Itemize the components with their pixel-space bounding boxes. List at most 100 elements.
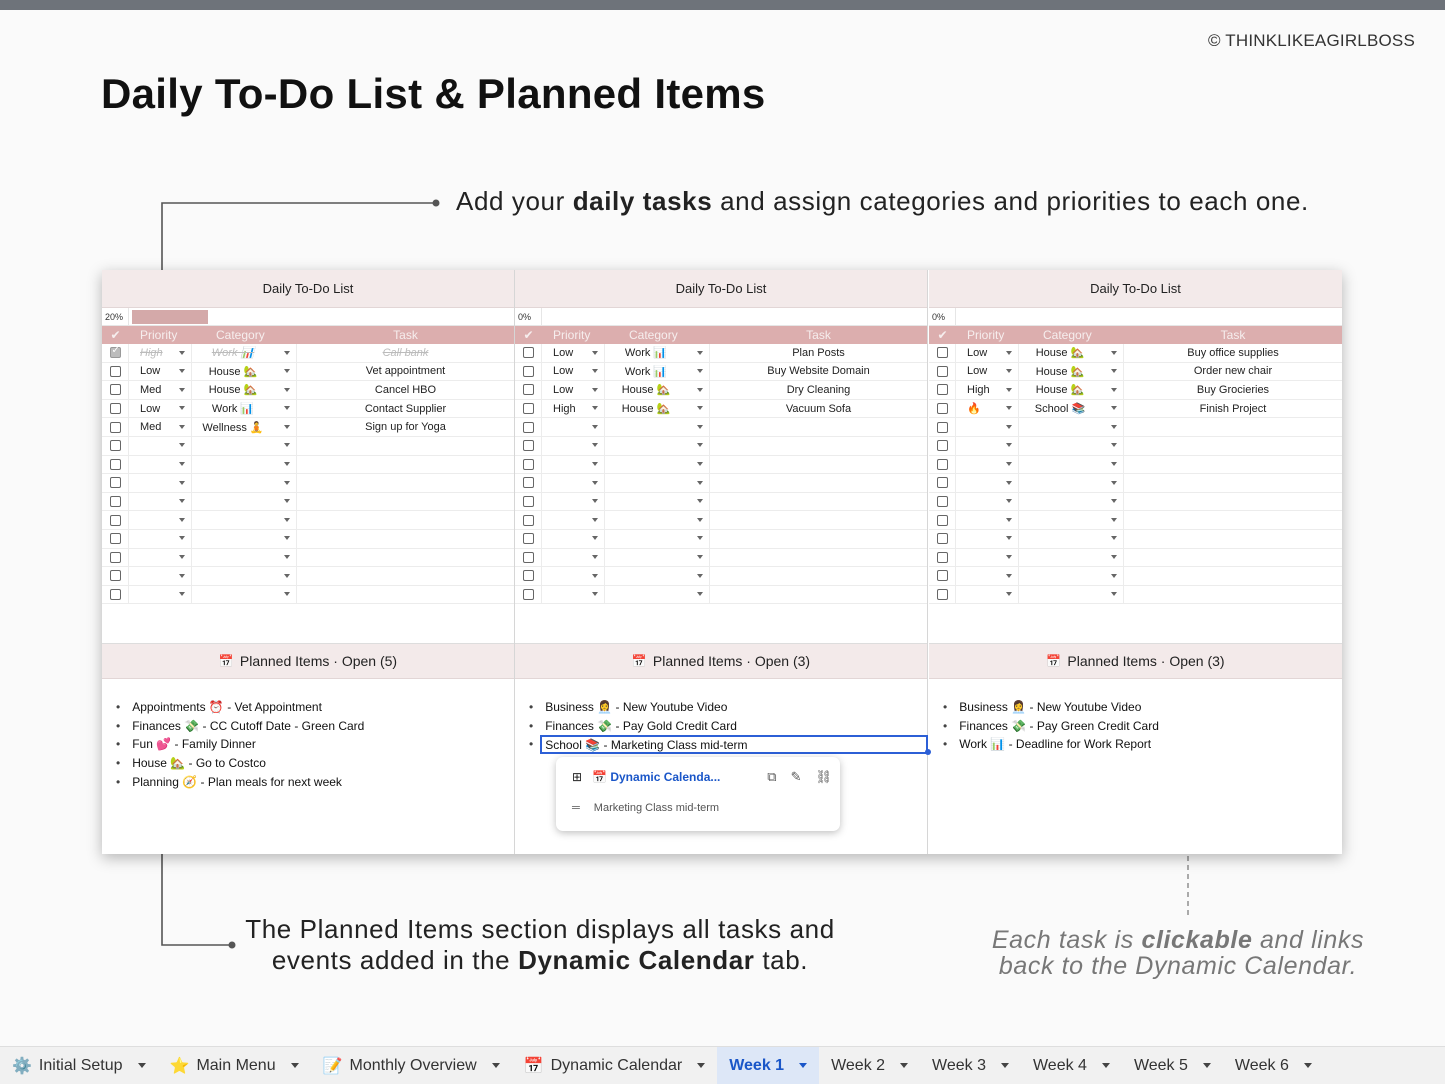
category-dropdown[interactable]	[192, 529, 297, 548]
category-dropdown[interactable]	[1019, 436, 1124, 455]
task-checkbox-cell[interactable]	[515, 492, 542, 511]
task-checkbox[interactable]	[523, 366, 534, 377]
chevron-down-icon[interactable]	[138, 1063, 146, 1068]
planned-item-text[interactable]: Business 👩‍💼 - New Youtube Video	[545, 700, 727, 714]
chevron-down-icon[interactable]	[697, 406, 703, 410]
priority-dropdown[interactable]	[129, 511, 192, 530]
chevron-down-icon[interactable]	[284, 518, 290, 522]
planned-item-link[interactable]: Finances 💸 - Pay Green Credit Card	[943, 717, 1159, 736]
task-checkbox[interactable]	[110, 533, 121, 544]
task-cell[interactable]: Buy Grocieries	[1124, 384, 1342, 396]
task-checkbox[interactable]	[937, 477, 948, 488]
planned-item-link[interactable]: Appointments ⏰ - Vet Appointment	[116, 698, 364, 717]
category-dropdown[interactable]	[605, 567, 710, 586]
chevron-down-icon[interactable]	[1006, 406, 1012, 410]
task-checkbox[interactable]	[110, 570, 121, 581]
planned-item-link[interactable]: House 🏡 - Go to Costco	[116, 754, 364, 773]
chevron-down-icon[interactable]	[1006, 369, 1012, 373]
task-cell[interactable]: Contact Supplier	[297, 403, 514, 415]
task-checkbox-cell[interactable]	[515, 399, 542, 418]
planned-item-link[interactable]: Business 👩‍💼 - New Youtube Video	[943, 698, 1159, 717]
task-checkbox[interactable]	[937, 552, 948, 563]
category-dropdown[interactable]	[1019, 548, 1124, 567]
chevron-down-icon[interactable]	[697, 462, 703, 466]
task-cell[interactable]: Call bank	[297, 347, 514, 359]
task-checkbox-cell[interactable]	[929, 399, 956, 418]
chevron-down-icon[interactable]	[284, 481, 290, 485]
sheet-tab[interactable]: 📅Dynamic Calendar	[512, 1047, 718, 1084]
task-checkbox[interactable]	[937, 384, 948, 395]
category-dropdown[interactable]: House 🏡	[192, 381, 297, 400]
task-checkbox-cell[interactable]	[929, 567, 956, 586]
chevron-down-icon[interactable]	[284, 443, 290, 447]
priority-dropdown[interactable]	[542, 455, 605, 474]
chevron-down-icon[interactable]	[1111, 499, 1117, 503]
chevron-down-icon[interactable]	[179, 369, 185, 373]
chevron-down-icon[interactable]	[900, 1063, 908, 1068]
chevron-down-icon[interactable]	[179, 592, 185, 596]
category-dropdown[interactable]: House 🏡	[1019, 362, 1124, 381]
priority-dropdown[interactable]	[129, 548, 192, 567]
priority-dropdown[interactable]: High	[129, 344, 192, 363]
category-dropdown[interactable]: School 📚	[1019, 399, 1124, 418]
category-dropdown[interactable]: House 🏡	[605, 381, 710, 400]
planned-item-text[interactable]: Appointments ⏰ - Vet Appointment	[132, 700, 322, 714]
category-dropdown[interactable]: House 🏡	[192, 362, 297, 381]
task-checkbox-cell[interactable]	[929, 529, 956, 548]
category-dropdown[interactable]	[192, 511, 297, 530]
chevron-down-icon[interactable]	[284, 351, 290, 355]
task-cell[interactable]: Buy Website Domain	[710, 365, 927, 377]
chevron-down-icon[interactable]	[284, 369, 290, 373]
priority-dropdown[interactable]	[956, 474, 1019, 493]
planned-item-text[interactable]: Finances 💸 - Pay Gold Credit Card	[545, 719, 737, 733]
priority-dropdown[interactable]: Low	[129, 362, 192, 381]
chevron-down-icon[interactable]	[179, 499, 185, 503]
task-checkbox-cell[interactable]	[515, 362, 542, 381]
chevron-down-icon[interactable]	[284, 462, 290, 466]
category-dropdown[interactable]	[192, 548, 297, 567]
category-dropdown[interactable]	[605, 511, 710, 530]
category-dropdown[interactable]	[1019, 585, 1124, 604]
chevron-down-icon[interactable]	[697, 351, 703, 355]
chevron-down-icon[interactable]	[179, 462, 185, 466]
task-checkbox-cell[interactable]	[102, 362, 129, 381]
task-checkbox[interactable]	[937, 422, 948, 433]
priority-dropdown[interactable]	[956, 492, 1019, 511]
priority-dropdown[interactable]: High	[542, 399, 605, 418]
task-checkbox-cell[interactable]	[929, 548, 956, 567]
category-dropdown[interactable]	[605, 492, 710, 511]
category-dropdown[interactable]	[1019, 455, 1124, 474]
category-dropdown[interactable]: House 🏡	[605, 399, 710, 418]
category-dropdown[interactable]	[192, 585, 297, 604]
chevron-down-icon[interactable]	[492, 1063, 500, 1068]
priority-dropdown[interactable]	[129, 529, 192, 548]
chevron-down-icon[interactable]	[592, 443, 598, 447]
planned-item-link[interactable]: Business 👩‍💼 - New Youtube Video	[529, 698, 926, 717]
task-checkbox[interactable]	[523, 347, 534, 358]
priority-dropdown[interactable]	[542, 511, 605, 530]
chevron-down-icon[interactable]	[1001, 1063, 1009, 1068]
task-cell[interactable]: Plan Posts	[710, 347, 927, 359]
category-dropdown[interactable]	[605, 585, 710, 604]
task-checkbox-cell[interactable]	[515, 511, 542, 530]
task-checkbox-cell[interactable]	[102, 455, 129, 474]
chevron-down-icon[interactable]	[1006, 574, 1012, 578]
category-dropdown[interactable]	[192, 474, 297, 493]
planned-item-link[interactable]: Finances 💸 - CC Cutoff Date - Green Card	[116, 717, 364, 736]
popup-link-text[interactable]: Dynamic Calenda...	[610, 770, 720, 784]
priority-dropdown[interactable]	[542, 474, 605, 493]
priority-dropdown[interactable]	[542, 436, 605, 455]
chevron-down-icon[interactable]	[1006, 536, 1012, 540]
priority-dropdown[interactable]	[129, 585, 192, 604]
chevron-down-icon[interactable]	[179, 443, 185, 447]
task-checkbox[interactable]	[110, 347, 121, 358]
chevron-down-icon[interactable]	[592, 574, 598, 578]
task-checkbox-cell[interactable]	[102, 474, 129, 493]
priority-dropdown[interactable]	[956, 548, 1019, 567]
task-cell[interactable]: Dry Cleaning	[710, 384, 927, 396]
popup-link[interactable]: 📅 Dynamic Calenda...	[592, 770, 720, 784]
planned-item-link[interactable]: Work 📊 - Deadline for Work Report	[943, 735, 1159, 754]
task-checkbox-cell[interactable]	[929, 492, 956, 511]
priority-dropdown[interactable]: High	[956, 381, 1019, 400]
task-checkbox[interactable]	[937, 459, 948, 470]
